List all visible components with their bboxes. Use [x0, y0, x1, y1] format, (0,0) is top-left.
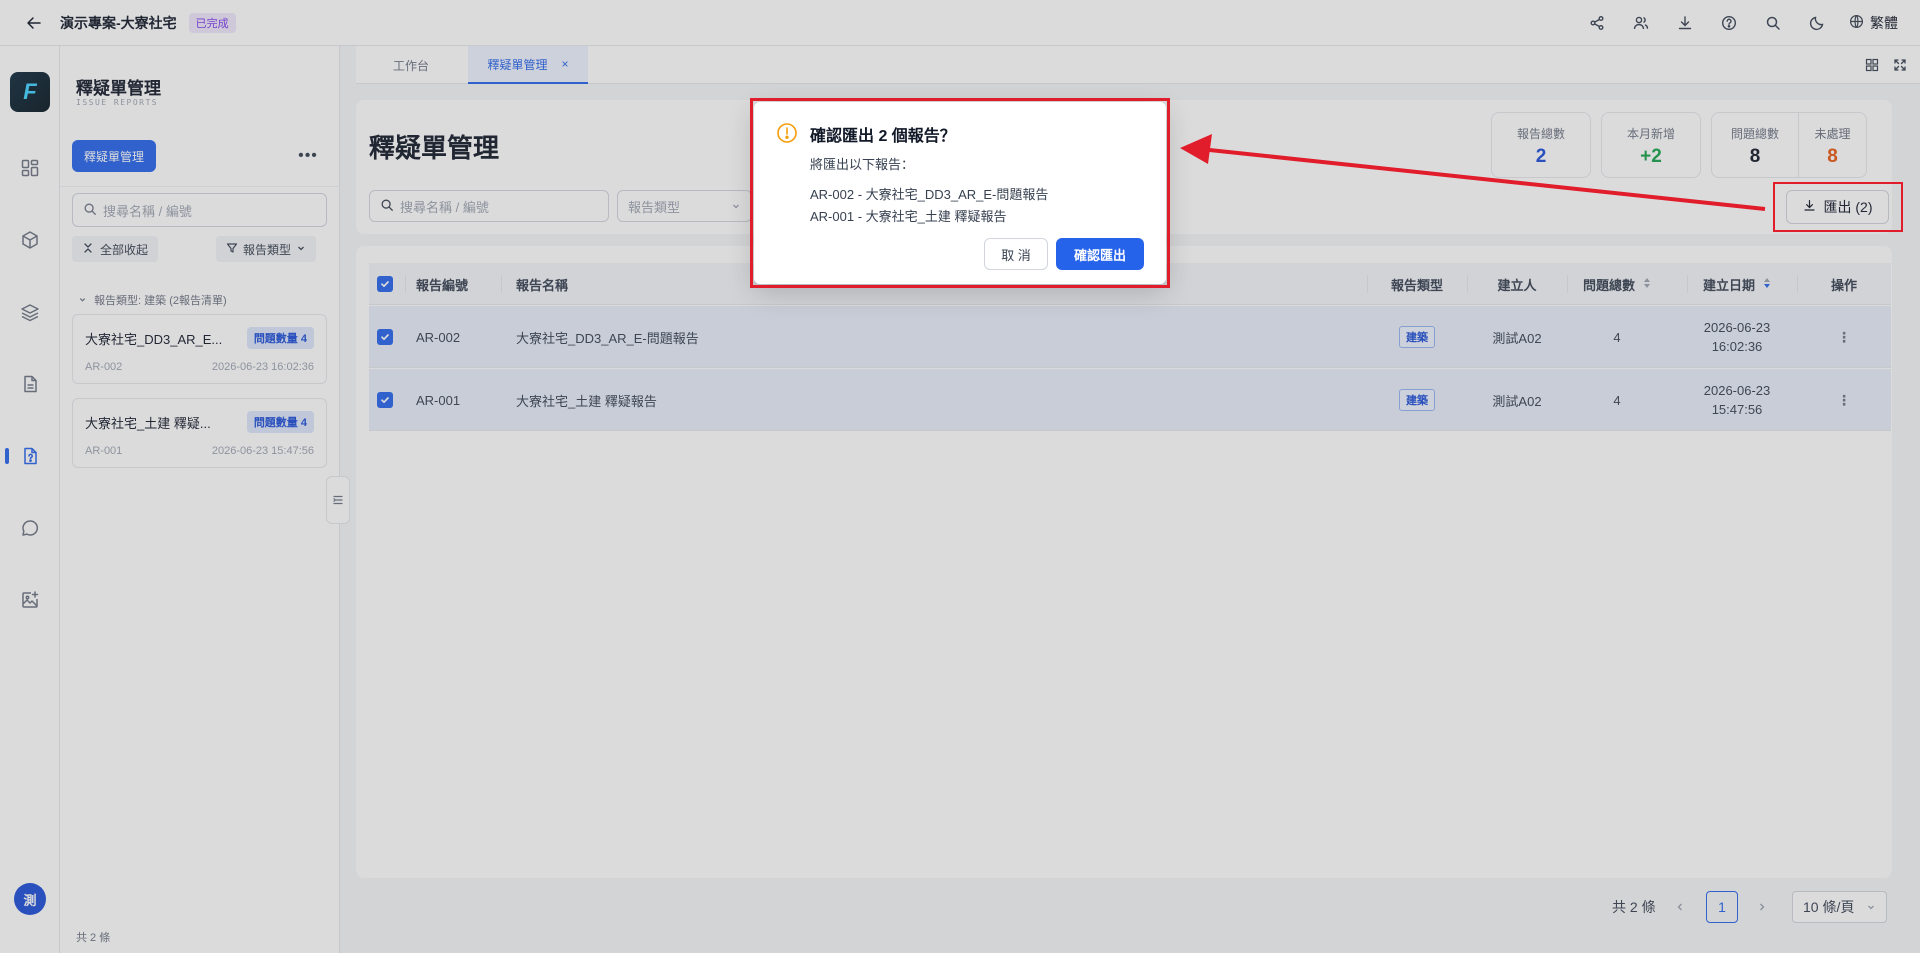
- annotation-box-export: [1773, 182, 1903, 232]
- annotation-box-dialog: [750, 98, 1170, 288]
